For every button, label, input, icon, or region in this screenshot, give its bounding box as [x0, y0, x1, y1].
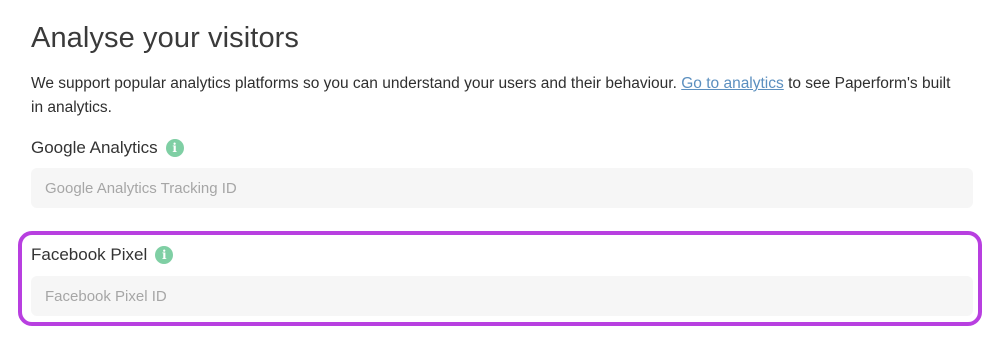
page-title: Analyse your visitors	[31, 22, 300, 54]
google-analytics-label: Google Analytics	[31, 138, 158, 157]
google-analytics-tracking-id-input[interactable]	[31, 168, 973, 208]
google-analytics-label-row: Google Analytics i	[31, 138, 184, 158]
facebook-pixel-id-input[interactable]	[31, 276, 973, 316]
intro-text-before: We support popular analytics platforms s…	[31, 75, 682, 92]
intro-text: We support popular analytics platforms s…	[31, 72, 966, 120]
facebook-pixel-label-row: Facebook Pixel i	[31, 245, 174, 265]
info-icon[interactable]: i	[155, 246, 174, 264]
info-icon[interactable]: i	[165, 139, 184, 157]
facebook-pixel-label: Facebook Pixel	[31, 245, 148, 264]
go-to-analytics-link[interactable]: Go to analytics	[681, 75, 784, 92]
